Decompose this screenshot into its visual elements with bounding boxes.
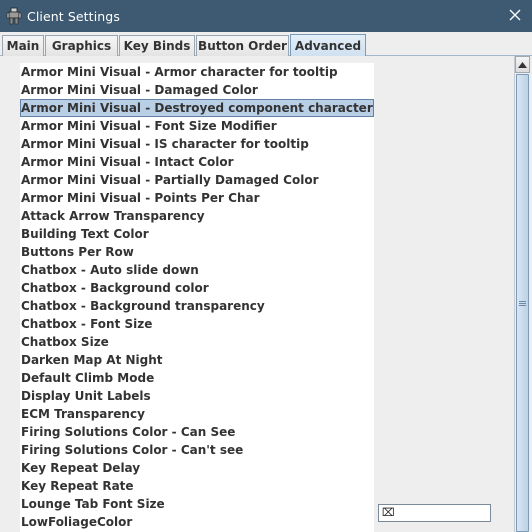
scroll-thumb[interactable] bbox=[516, 74, 529, 532]
list-item[interactable]: Lounge Tab Font Size bbox=[20, 495, 374, 513]
scroll-up-button[interactable] bbox=[515, 56, 530, 73]
list-item[interactable]: Chatbox - Font Size bbox=[20, 315, 374, 333]
mech-app-icon bbox=[5, 7, 23, 25]
list-item[interactable]: Chatbox - Background transparency bbox=[20, 297, 374, 315]
list-item[interactable]: Chatbox - Background color bbox=[20, 279, 374, 297]
tab-button-order[interactable]: Button Order bbox=[196, 35, 289, 56]
list-item[interactable]: Buttons Per Row bbox=[20, 243, 374, 261]
list-item[interactable]: Building Text Color bbox=[20, 225, 374, 243]
list-item[interactable]: Chatbox Size bbox=[20, 333, 374, 351]
list-item[interactable]: Armor Mini Visual - Points Per Char bbox=[20, 189, 374, 207]
list-item[interactable]: Darken Map At Night bbox=[20, 351, 374, 369]
arrow-up-icon bbox=[518, 61, 527, 68]
list-item[interactable]: Chatbox - Auto slide down bbox=[20, 261, 374, 279]
advanced-settings-panel: Armor Mini Visual - Armor character for … bbox=[0, 56, 532, 532]
list-item[interactable]: LowFoliageColor bbox=[20, 513, 374, 531]
tab-bar: Main Graphics Key Binds Button Order Adv… bbox=[0, 32, 532, 57]
title-bar[interactable]: Client Settings bbox=[0, 0, 532, 32]
client-settings-window: Client Settings Main Graphics Key Binds … bbox=[0, 0, 532, 532]
tab-key-binds[interactable]: Key Binds bbox=[119, 35, 195, 56]
close-icon bbox=[508, 8, 522, 25]
list-item[interactable]: Armor Mini Visual - Damaged Color bbox=[20, 81, 374, 99]
setting-value-field[interactable]: ⌧ bbox=[378, 504, 491, 522]
list-item[interactable]: Display Unit Labels bbox=[20, 387, 374, 405]
tab-advanced[interactable]: Advanced bbox=[290, 34, 366, 57]
list-item[interactable]: Default Climb Mode bbox=[20, 369, 374, 387]
list-item[interactable]: ECM Transparency bbox=[20, 405, 374, 423]
tab-main[interactable]: Main bbox=[2, 35, 44, 56]
list-item[interactable]: Armor Mini Visual - IS character for too… bbox=[20, 135, 374, 153]
list-item[interactable]: Firing Solutions Color - Can See bbox=[20, 423, 374, 441]
list-item[interactable]: Armor Mini Visual - Armor character for … bbox=[20, 63, 374, 81]
list-item[interactable]: Armor Mini Visual - Destroyed component … bbox=[20, 99, 374, 117]
list-item[interactable]: Key Repeat Delay bbox=[20, 459, 374, 477]
window-title: Client Settings bbox=[27, 8, 120, 24]
list-item[interactable]: Firing Solutions Color - Can't see bbox=[20, 441, 374, 459]
vertical-scrollbar[interactable] bbox=[514, 56, 530, 532]
list-item[interactable]: Armor Mini Visual - Font Size Modifier bbox=[20, 117, 374, 135]
close-button[interactable] bbox=[506, 7, 524, 25]
list-item[interactable]: Armor Mini Visual - Intact Color bbox=[20, 153, 374, 171]
tab-graphics[interactable]: Graphics bbox=[45, 35, 118, 56]
list-item[interactable]: Attack Arrow Transparency bbox=[20, 207, 374, 225]
settings-list[interactable]: Armor Mini Visual - Armor character for … bbox=[20, 63, 374, 532]
list-item[interactable]: Armor Mini Visual - Partially Damaged Co… bbox=[20, 171, 374, 189]
grip-icon bbox=[519, 300, 526, 307]
list-item[interactable]: Key Repeat Rate bbox=[20, 477, 374, 495]
